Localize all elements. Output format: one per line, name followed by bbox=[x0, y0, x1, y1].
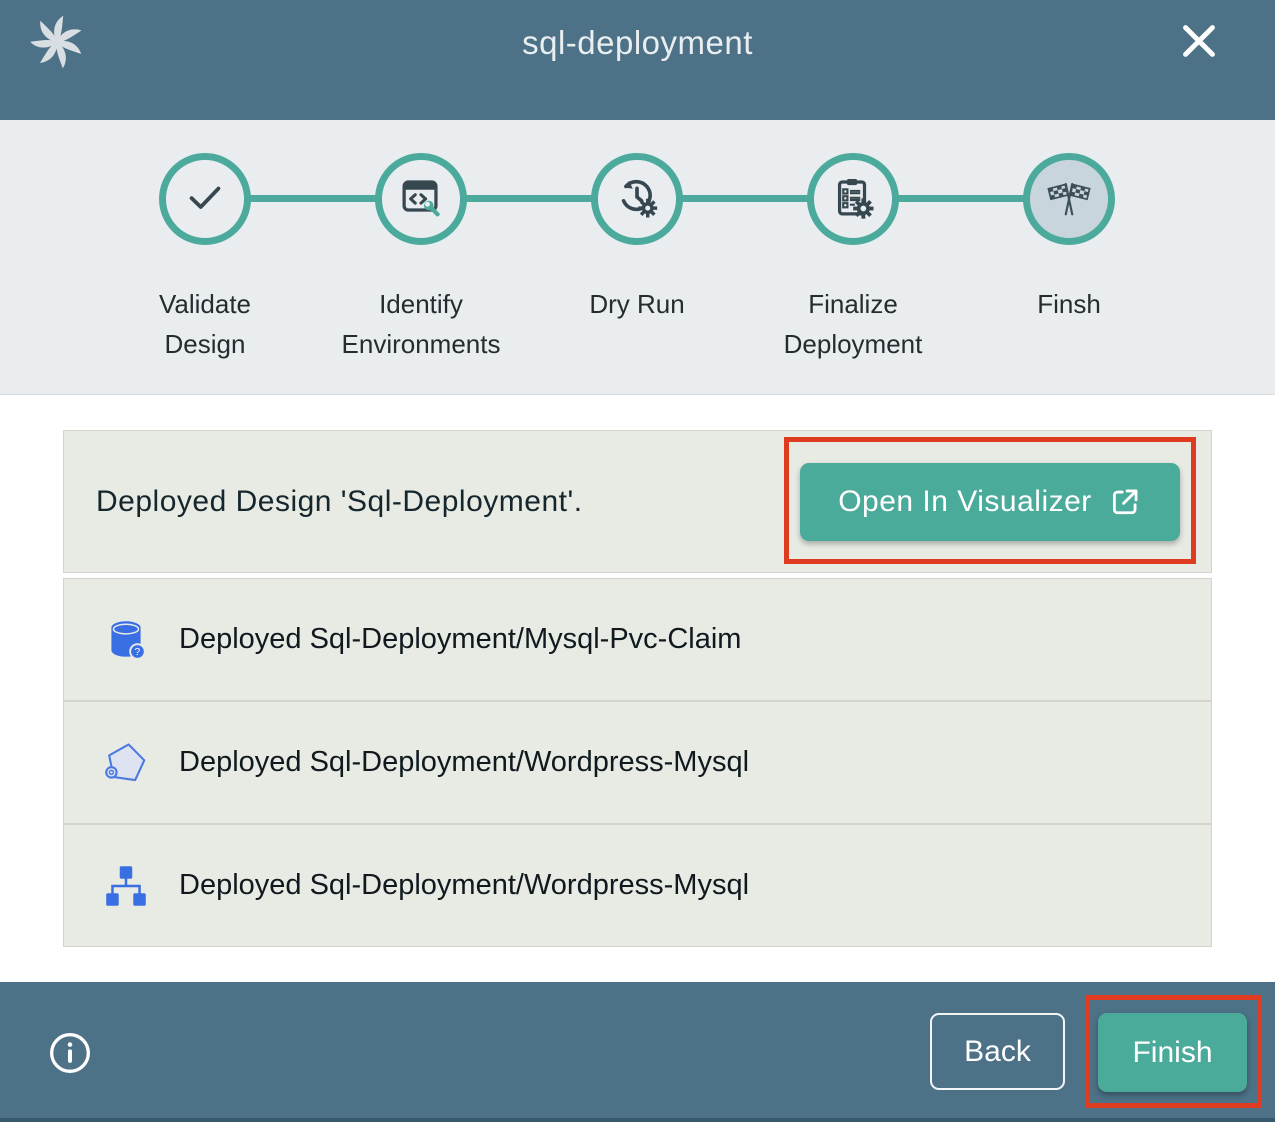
step-finish: Finsh bbox=[961, 120, 1177, 364]
step-label: Dry Run bbox=[589, 284, 684, 324]
svg-text:?: ? bbox=[135, 647, 141, 658]
open-in-visualizer-label: Open In Visualizer bbox=[838, 485, 1092, 519]
external-link-icon bbox=[1108, 485, 1142, 519]
list-item: Deployed Sql-Deployment/Wordpress-Mysql bbox=[63, 824, 1212, 947]
check-icon bbox=[182, 174, 228, 225]
design-result-message: Deployed Design 'Sql-Deployment'. bbox=[96, 485, 583, 519]
finish-button[interactable]: Finish bbox=[1098, 1013, 1247, 1092]
footer-bottom-edge bbox=[0, 1118, 1275, 1122]
back-button[interactable]: Back bbox=[930, 1013, 1065, 1090]
code-config-icon bbox=[398, 174, 444, 225]
step-circle-identify[interactable] bbox=[375, 153, 467, 245]
hierarchy-icon bbox=[101, 861, 151, 911]
list-item: Deployed Sql-Deployment/Wordpress-Mysql bbox=[63, 701, 1212, 824]
close-icon[interactable] bbox=[1175, 18, 1223, 66]
step-identify-environments: Identify Environments bbox=[313, 120, 529, 364]
deployment-stepper: Validate Design bbox=[0, 120, 1275, 395]
info-icon[interactable] bbox=[48, 1031, 92, 1075]
database-question-icon: ? bbox=[101, 615, 151, 665]
modal-header: sql-deployment bbox=[0, 0, 1275, 120]
deployed-items-list: ? Deployed Sql-Deployment/Mysql-Pvc-Clai… bbox=[63, 578, 1212, 947]
step-dry-run: Dry Run bbox=[529, 120, 745, 364]
step-circle-finish[interactable] bbox=[1023, 153, 1115, 245]
step-label: Finalize Deployment bbox=[764, 284, 942, 364]
open-in-visualizer-button[interactable]: Open In Visualizer bbox=[800, 463, 1180, 541]
dry-run-icon bbox=[614, 174, 660, 225]
step-circle-finalize[interactable] bbox=[807, 153, 899, 245]
step-label: Finsh bbox=[1037, 284, 1101, 324]
checkered-flags-icon bbox=[1043, 171, 1095, 228]
sql-deployment-modal: sql-deployment Validate Design bbox=[0, 0, 1275, 1122]
modal-footer bbox=[0, 982, 1275, 1122]
list-item-text: Deployed Sql-Deployment/Wordpress-Mysql bbox=[179, 869, 749, 902]
list-item-text: Deployed Sql-Deployment/Mysql-Pvc-Claim bbox=[179, 623, 741, 656]
step-label: Identify Environments bbox=[332, 284, 510, 364]
clipboard-gear-icon bbox=[830, 174, 876, 225]
step-circle-dry-run[interactable] bbox=[591, 153, 683, 245]
step-validate-design: Validate Design bbox=[97, 120, 313, 364]
step-label: Validate Design bbox=[116, 284, 294, 364]
modal-title: sql-deployment bbox=[0, 24, 1275, 62]
list-item: ? Deployed Sql-Deployment/Mysql-Pvc-Clai… bbox=[63, 578, 1212, 701]
step-circle-validate[interactable] bbox=[159, 153, 251, 245]
list-item-text: Deployed Sql-Deployment/Wordpress-Mysql bbox=[179, 746, 749, 779]
pentagon-component-icon bbox=[101, 738, 151, 788]
step-finalize-deployment: Finalize Deployment bbox=[745, 120, 961, 364]
